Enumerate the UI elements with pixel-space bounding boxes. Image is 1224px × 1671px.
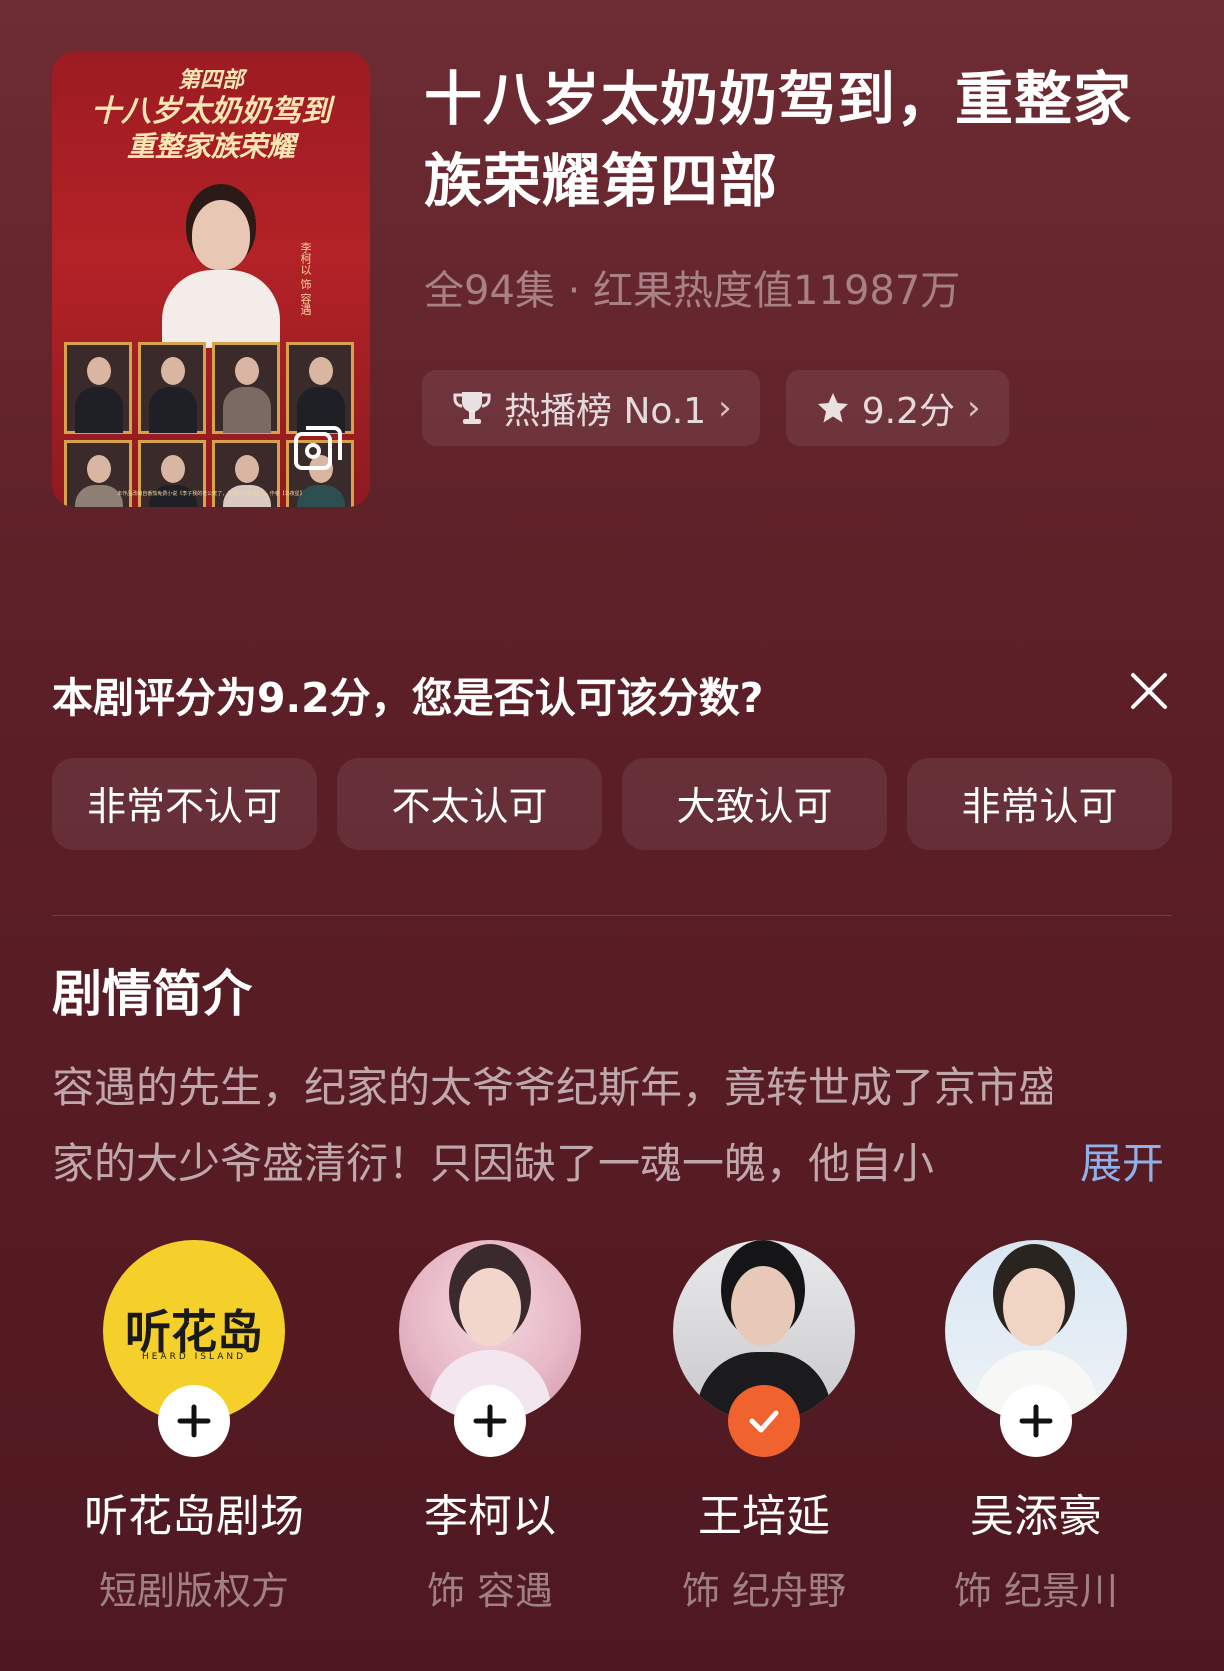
poster-title-line1: 第四部 [177,67,244,93]
rating-option-disagree[interactable]: 不太认可 [337,758,602,850]
follow-button[interactable] [158,1385,230,1457]
synopsis-line-1: 容遇的先生，纪家的太爷爷纪斯年，竟转世成了京市盛 [52,1063,1052,1112]
rating-question: 本剧评分为9.2分，您是否认可该分数? [52,674,764,722]
rating-option-strongly-agree[interactable]: 非常认可 [907,758,1172,850]
cast-name: 李柯以 [424,1491,556,1542]
chevron-right-icon: › [718,388,732,428]
check-icon [749,1410,779,1433]
cast-name: 听花岛剧场 [84,1491,304,1542]
score-badge[interactable]: 9.2分 › [785,370,1009,446]
cast-role: 饰 容遇 [426,1569,554,1613]
divider [52,915,1172,916]
plus-icon [1019,1404,1053,1438]
cast-member[interactable]: 吴添豪 饰 纪景川 [906,1240,1166,1615]
logo-subtext: HEARD ISLAND [141,1352,247,1362]
rating-option-strongly-disagree[interactable]: 非常不认可 [52,758,317,850]
poster-title-line3: 重整家族荣耀 [126,130,295,163]
synopsis-line-2: 家的大少爷盛清衍！只因缺了一魂一魄，他自小 [52,1139,935,1188]
synopsis-text: 容遇的先生，纪家的太爷爷纪斯年，竟转世成了京市盛 家的大少爷盛清衍！只因缺了一魂… [52,1050,1172,1202]
cast-member[interactable]: 王培延 饰 纪舟野 [634,1240,894,1615]
cast-member[interactable]: 听花岛 HEARD ISLAND 听花岛剧场 短剧版权方 [64,1240,324,1615]
synopsis-heading: 剧情简介 [52,965,252,1023]
drama-title: 十八岁太奶奶驾到，重整家族荣耀第四部 [424,65,1133,215]
cast-role: 饰 纪舟野 [681,1569,847,1613]
trophy-icon [453,392,491,424]
cast-role: 短剧版权方 [98,1569,289,1613]
poster-lead-figure [162,200,280,348]
score-badge-label: 9.2分 [861,391,955,432]
followed-badge[interactable] [728,1385,800,1457]
drama-meta: 全94集 · 红果热度值11987万 [424,268,961,314]
rating-option-agree[interactable]: 大致认可 [622,758,887,850]
badge-row: 热播榜 No.1 › 9.2分 › [422,370,1009,446]
close-icon[interactable] [1128,670,1170,712]
gallery-icon[interactable] [290,420,346,476]
cast-role: 饰 纪景川 [953,1569,1119,1613]
cast-name: 王培延 [698,1491,830,1542]
plus-icon [177,1404,211,1438]
follow-button[interactable] [454,1385,526,1457]
poster-title-line2: 十八岁太奶奶驾到 [91,94,331,129]
chevron-right-icon: › [967,388,981,428]
star-icon [817,393,848,423]
follow-button[interactable] [1000,1385,1072,1457]
expand-synopsis-button[interactable]: 展开 [1080,1126,1164,1202]
poster-lead-name: 李柯以 饰 容遇 [299,242,312,315]
poster-caption: 本作品改编自番茄免费小说《李子我的老公死了，但我的仨大宝贝》，作者【乌夜星】 [117,491,305,497]
poster-title: 第四部 十八岁太奶奶驾到 重整家族荣耀 [52,62,370,164]
plus-icon [473,1404,507,1438]
cast-name: 吴添豪 [970,1491,1102,1542]
cast-member[interactable]: 李柯以 饰 容遇 [360,1240,620,1615]
rating-options: 非常不认可 不太认可 大致认可 非常认可 [52,758,1172,850]
rank-badge-label: 热播榜 No.1 [504,391,707,432]
rank-badge[interactable]: 热播榜 No.1 › [422,370,760,446]
